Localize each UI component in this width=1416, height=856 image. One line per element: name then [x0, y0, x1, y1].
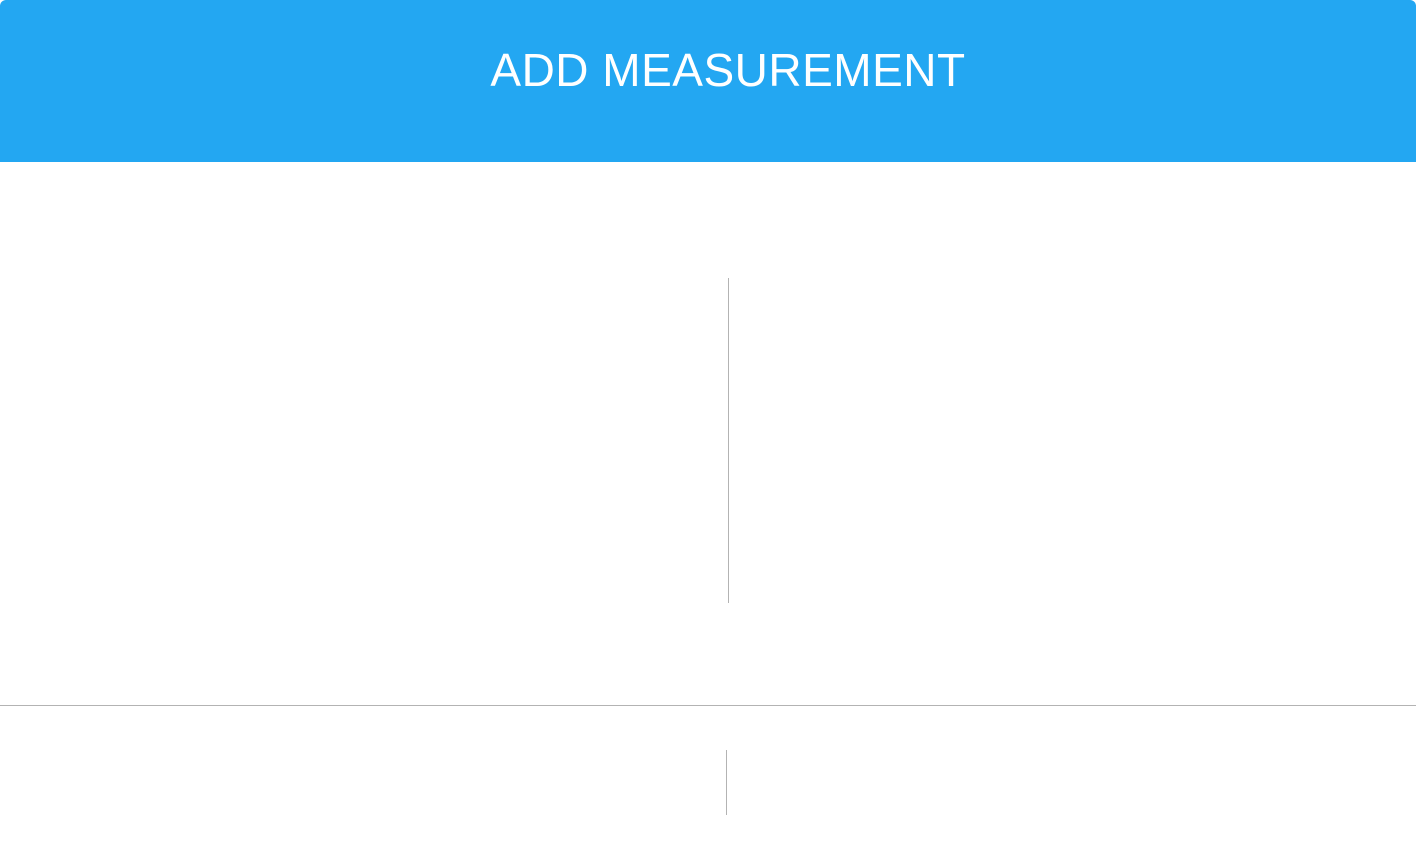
- dialog-footer: [0, 706, 1416, 856]
- left-picker-panel[interactable]: [0, 278, 728, 603]
- dialog-title: ADD MEASUREMENT: [490, 44, 966, 96]
- right-picker-panel[interactable]: [729, 278, 1416, 603]
- footer-left-button[interactable]: [0, 750, 726, 815]
- dialog-header: ADD MEASUREMENT: [0, 0, 1416, 162]
- footer-right-button[interactable]: [727, 750, 1416, 815]
- dialog-body: [0, 162, 1416, 705]
- add-measurement-dialog: ADD MEASUREMENT: [0, 0, 1416, 856]
